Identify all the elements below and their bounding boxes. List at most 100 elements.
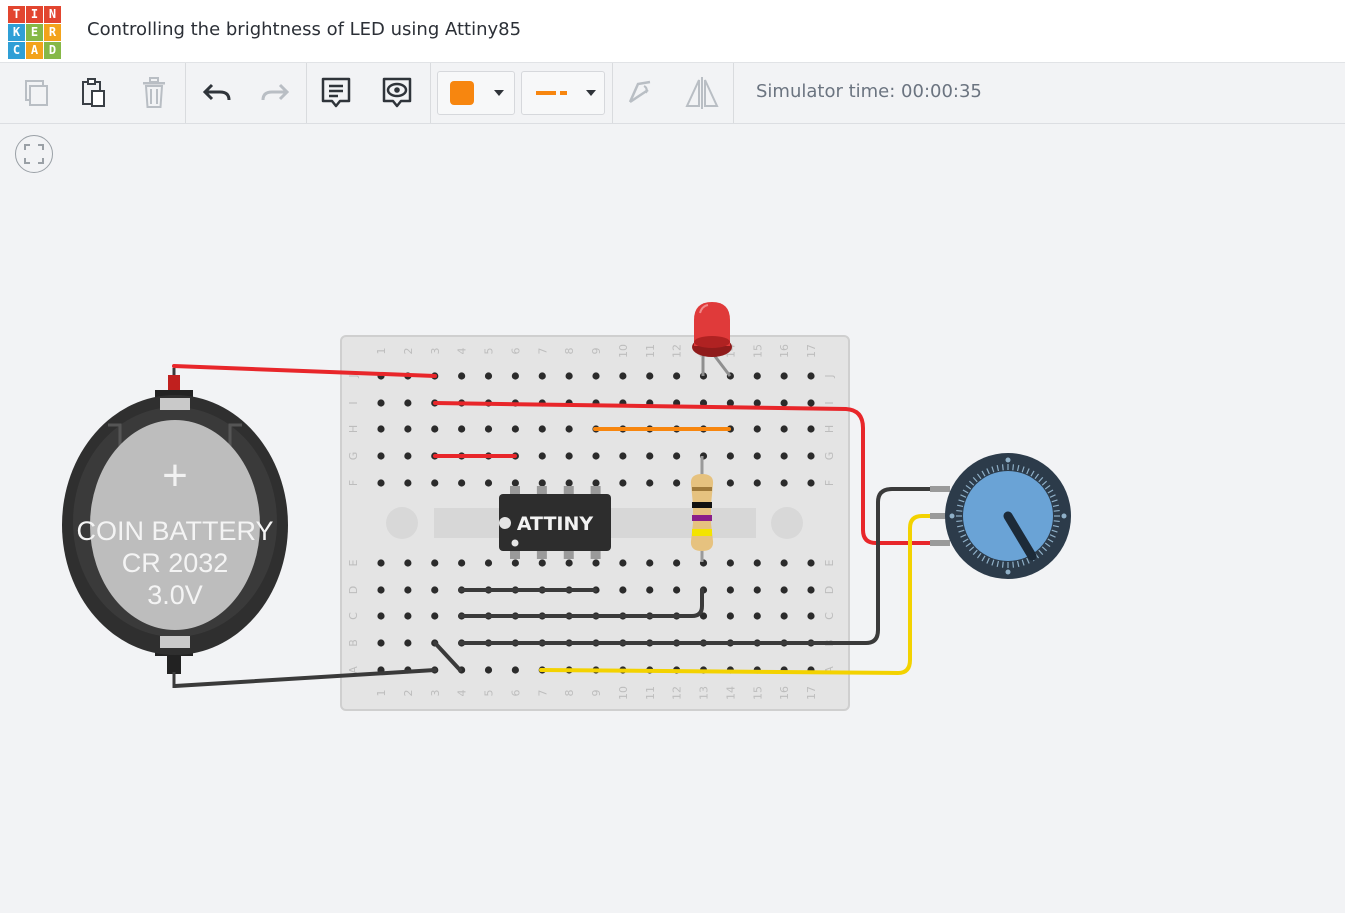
breadboard-hole[interactable] <box>807 586 815 594</box>
breadboard-hole[interactable] <box>404 452 412 460</box>
breadboard-hole[interactable] <box>753 559 761 567</box>
breadboard-hole[interactable] <box>726 479 734 487</box>
breadboard-hole[interactable] <box>431 425 439 433</box>
breadboard-hole[interactable] <box>646 372 654 380</box>
breadboard-hole[interactable] <box>565 425 573 433</box>
breadboard-hole[interactable] <box>404 639 412 647</box>
breadboard-hole[interactable] <box>377 452 385 460</box>
breadboard-hole[interactable] <box>484 479 493 487</box>
breadboard-hole[interactable] <box>780 399 788 407</box>
breadboard-hole[interactable] <box>780 452 788 460</box>
breadboard-hole[interactable] <box>431 586 439 594</box>
breadboard-hole[interactable] <box>753 479 761 487</box>
breadboard-hole[interactable] <box>377 399 385 407</box>
breadboard-hole[interactable] <box>484 425 493 433</box>
breadboard-hole[interactable] <box>511 479 519 487</box>
breadboard-hole[interactable] <box>646 452 654 460</box>
breadboard-hole[interactable] <box>780 612 788 620</box>
potentiometer[interactable] <box>930 453 1071 579</box>
coin-battery[interactable]: + COIN BATTERY CR 2032 3.0V <box>62 368 288 688</box>
breadboard-hole[interactable] <box>753 586 761 594</box>
breadboard-hole[interactable] <box>780 559 788 567</box>
breadboard-hole[interactable] <box>780 372 788 380</box>
breadboard-hole[interactable] <box>538 372 546 380</box>
breadboard-hole[interactable] <box>404 586 412 594</box>
circuit-canvas[interactable]: 1122334455667788991010111112121313141415… <box>0 0 1345 913</box>
breadboard-hole[interactable] <box>807 479 815 487</box>
breadboard-hole[interactable] <box>807 425 815 433</box>
breadboard-hole[interactable] <box>538 425 546 433</box>
breadboard-hole[interactable] <box>431 559 439 567</box>
breadboard-hole[interactable] <box>431 479 439 487</box>
breadboard-hole[interactable] <box>431 612 439 620</box>
breadboard-hole[interactable] <box>458 425 466 433</box>
breadboard-hole[interactable] <box>377 479 385 487</box>
breadboard-hole[interactable] <box>673 372 681 380</box>
breadboard-hole[interactable] <box>538 452 546 460</box>
breadboard-hole[interactable] <box>807 612 815 620</box>
breadboard-hole[interactable] <box>780 425 788 433</box>
breadboard-hole[interactable] <box>404 559 412 567</box>
breadboard-hole[interactable] <box>511 666 519 674</box>
breadboard-hole[interactable] <box>619 559 627 567</box>
breadboard-hole[interactable] <box>646 586 654 594</box>
breadboard-hole[interactable] <box>538 559 546 567</box>
breadboard-hole[interactable] <box>619 452 627 460</box>
breadboard-hole[interactable] <box>726 612 734 620</box>
breadboard-hole[interactable] <box>404 399 412 407</box>
breadboard-hole[interactable] <box>377 586 385 594</box>
breadboard-hole[interactable] <box>484 666 493 674</box>
breadboard-hole[interactable] <box>404 425 412 433</box>
breadboard-hole[interactable] <box>753 452 761 460</box>
breadboard-hole[interactable] <box>565 372 573 380</box>
breadboard-hole[interactable] <box>458 559 466 567</box>
breadboard-hole[interactable] <box>619 372 627 380</box>
breadboard-hole[interactable] <box>673 452 681 460</box>
breadboard-hole[interactable] <box>377 639 385 647</box>
breadboard-hole[interactable] <box>592 479 600 487</box>
breadboard-hole[interactable] <box>511 372 519 380</box>
breadboard-hole[interactable] <box>619 479 627 487</box>
breadboard-hole[interactable] <box>565 452 573 460</box>
breadboard-hole[interactable] <box>673 559 681 567</box>
breadboard-hole[interactable] <box>780 479 788 487</box>
breadboard-hole[interactable] <box>538 479 546 487</box>
breadboard-hole[interactable] <box>619 586 627 594</box>
breadboard-hole[interactable] <box>484 559 493 567</box>
breadboard-hole[interactable] <box>673 586 681 594</box>
breadboard-hole[interactable] <box>673 479 681 487</box>
breadboard-hole[interactable] <box>377 559 385 567</box>
breadboard-hole[interactable] <box>511 559 519 567</box>
column-label: 14 <box>724 686 737 700</box>
breadboard-hole[interactable] <box>726 452 734 460</box>
breadboard-hole[interactable] <box>646 479 654 487</box>
breadboard-hole[interactable] <box>780 586 788 594</box>
row-label: C <box>347 612 360 620</box>
breadboard-hole[interactable] <box>753 399 761 407</box>
breadboard-hole[interactable] <box>807 372 815 380</box>
breadboard-hole[interactable] <box>458 372 466 380</box>
breadboard-hole[interactable] <box>646 559 654 567</box>
breadboard-hole[interactable] <box>458 479 466 487</box>
breadboard-hole[interactable] <box>592 559 600 567</box>
breadboard-hole[interactable] <box>807 559 815 567</box>
breadboard-hole[interactable] <box>592 372 600 380</box>
column-label: 17 <box>805 344 818 358</box>
breadboard-hole[interactable] <box>753 612 761 620</box>
breadboard-hole[interactable] <box>404 479 412 487</box>
breadboard-hole[interactable] <box>377 425 385 433</box>
breadboard-hole[interactable] <box>726 586 734 594</box>
breadboard-hole[interactable] <box>726 559 734 567</box>
breadboard-hole[interactable] <box>377 612 385 620</box>
breadboard-hole[interactable] <box>484 372 493 380</box>
breadboard-hole[interactable] <box>753 372 761 380</box>
breadboard-hole[interactable] <box>565 479 573 487</box>
breadboard-hole[interactable] <box>807 452 815 460</box>
breadboard-hole[interactable] <box>565 559 573 567</box>
attiny-chip[interactable]: ATTINY <box>499 486 611 559</box>
breadboard-hole[interactable] <box>592 452 600 460</box>
breadboard-hole[interactable] <box>404 612 412 620</box>
breadboard-hole[interactable] <box>511 425 519 433</box>
breadboard-hole[interactable] <box>807 399 815 407</box>
breadboard-hole[interactable] <box>753 425 761 433</box>
